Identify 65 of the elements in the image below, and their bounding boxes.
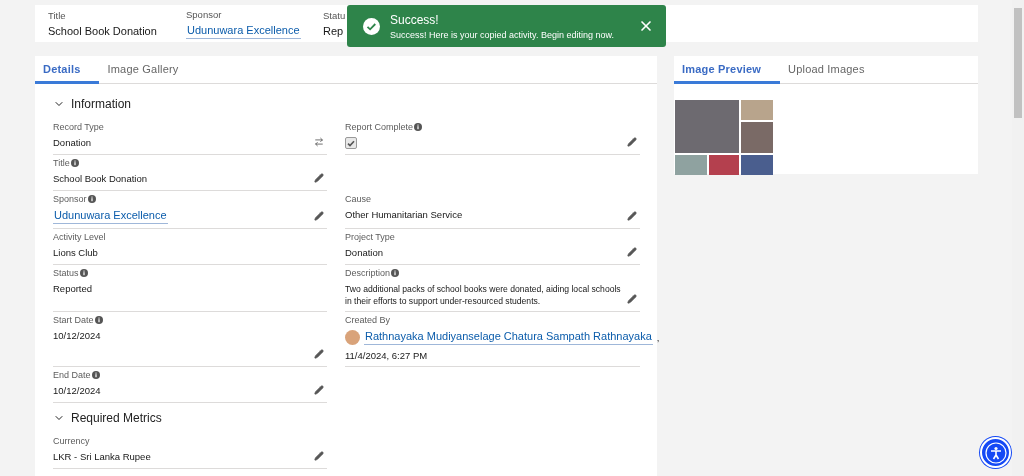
- header-value: School Book Donation: [48, 25, 157, 37]
- created-date: 11/4/2024, 6:27 PM: [345, 350, 429, 362]
- field-value: Reported: [53, 283, 94, 295]
- info-icon[interactable]: [79, 269, 88, 277]
- edit-button[interactable]: [626, 136, 638, 148]
- header-value: Rep: [323, 25, 344, 37]
- accessibility-button[interactable]: [980, 437, 1011, 468]
- info-icon[interactable]: [94, 316, 103, 324]
- info-icon[interactable]: [391, 269, 400, 277]
- field-value: 10/12/2024: [53, 330, 102, 342]
- info-icon[interactable]: [414, 123, 423, 131]
- field-label: Activity Level: [53, 232, 106, 242]
- tab[interactable]: Image Preview: [674, 56, 781, 84]
- change-record-type-button[interactable]: [313, 136, 325, 148]
- field-label: Project Type: [345, 232, 395, 242]
- toast-message: Success! Here is your copied activity. Begin editing now.: [390, 29, 615, 40]
- info-icon[interactable]: [91, 371, 100, 379]
- accessibility-icon: [984, 441, 1007, 464]
- avatar: [345, 330, 360, 345]
- field-label: Currency: [53, 436, 90, 446]
- field-value: Donation: [53, 137, 93, 149]
- field-label: Cause: [345, 194, 371, 204]
- sponsor-link[interactable]: Udunuwara Excellence: [53, 209, 168, 224]
- edit-button[interactable]: [313, 172, 325, 184]
- toast-title: Success!: [390, 12, 440, 27]
- info-icon[interactable]: [87, 195, 96, 203]
- info-icon[interactable]: [70, 159, 79, 167]
- tab[interactable]: Details: [35, 56, 100, 84]
- edit-button[interactable]: [626, 210, 638, 222]
- field-value: Two additional packs of school books were donated, aiding local schools in their efforts to support under-resourced students.: [345, 283, 622, 307]
- edit-button[interactable]: [626, 246, 638, 258]
- field-label: Report Complete: [345, 122, 414, 132]
- field-value: 10/12/2024: [53, 385, 102, 397]
- tab[interactable]: Image Gallery: [99, 56, 198, 84]
- header-label: Sponsor: [186, 8, 222, 20]
- edit-button[interactable]: [626, 293, 638, 305]
- checkbox[interactable]: [345, 137, 357, 149]
- section-header[interactable]: Required Metrics: [53, 411, 162, 425]
- field-label: Status: [53, 268, 79, 278]
- user-link[interactable]: Rathnayaka Mudiyanselage Chatura Sampath Rathnayaka: [364, 330, 653, 345]
- field-value: Lions Club: [53, 247, 99, 259]
- field-value: Donation: [345, 247, 385, 259]
- close-button[interactable]: [638, 18, 654, 34]
- tab[interactable]: Upload Images: [780, 56, 884, 84]
- edit-button[interactable]: [313, 210, 325, 222]
- sponsor-link[interactable]: Udunuwara Excellence: [186, 23, 301, 39]
- header-label: Statu: [323, 10, 346, 21]
- header-label: Title: [48, 10, 66, 21]
- section-header[interactable]: Information: [53, 97, 132, 111]
- field-value: Other Humanitarian Service: [345, 209, 464, 221]
- field-label: Created By: [345, 315, 391, 325]
- field-label: Start Date: [53, 315, 94, 325]
- field-label: Record Type: [53, 122, 104, 132]
- edit-button[interactable]: [313, 348, 325, 360]
- separator: ,: [656, 331, 660, 344]
- check-circle-icon: [363, 17, 380, 35]
- field-value: LKR - Sri Lanka Rupee: [53, 451, 152, 463]
- field-label: Title: [53, 158, 70, 168]
- edit-button[interactable]: [313, 384, 325, 396]
- check-icon: [347, 139, 355, 147]
- field-label: Sponsor: [53, 194, 87, 204]
- edit-button[interactable]: [313, 450, 325, 462]
- field-label: Description: [345, 268, 391, 278]
- field-value: School Book Donation: [53, 173, 148, 185]
- field-label: End Date: [53, 370, 91, 380]
